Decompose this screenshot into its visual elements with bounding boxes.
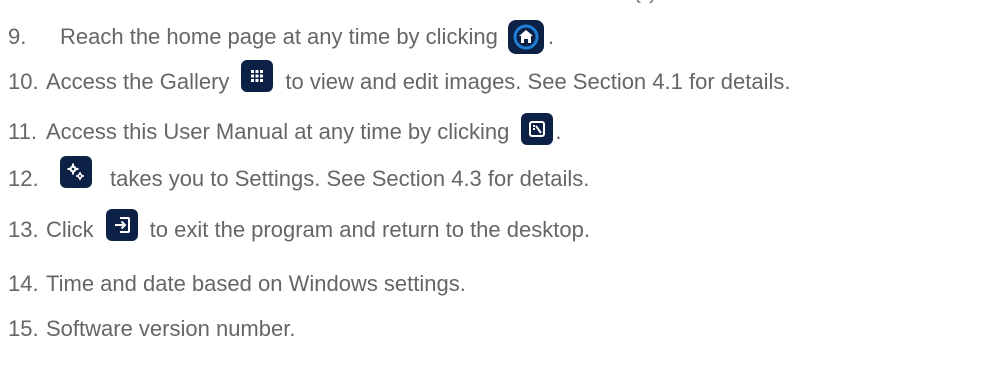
list-item: 10. Access the Gallery to view and edit … (8, 60, 791, 95)
item-text: Time and date based on Windows settings. (46, 271, 466, 296)
home-icon (513, 24, 539, 50)
exit-icon (114, 217, 130, 233)
item-number: 11. (8, 119, 37, 144)
list-item: 9. Reach the home page at any time by cl… (8, 20, 554, 54)
gallery-button[interactable] (241, 60, 274, 92)
item-text: Access this User Manual at any time by c… (46, 119, 510, 144)
item-text-end: to exit the program and return to the de… (149, 217, 590, 242)
item-text: Reach the home page at any time by click… (60, 24, 498, 49)
settings-gears-icon (67, 163, 84, 180)
list-item: 12. takes you to Settings. See Section 4… (8, 156, 590, 192)
manual-icon (529, 121, 546, 137)
item-number: 12. (8, 166, 39, 191)
item-number: 15. (8, 316, 39, 341)
item-text: Software version number. (46, 316, 296, 341)
item-number: 10. (8, 69, 39, 94)
home-button[interactable] (507, 20, 544, 54)
settings-button[interactable] (60, 156, 92, 188)
list-item: 14. Time and date based on Windows setti… (8, 271, 466, 297)
item-text-end: to view and edit images. See Section 4.1… (285, 69, 791, 94)
item-text-end: . (555, 119, 562, 144)
list-item: 11. Access this User Manual at any time … (8, 113, 562, 145)
item-number: 13. (8, 217, 39, 242)
item-text: Access the Gallery (46, 69, 230, 94)
list-item: 15. Software version number. (8, 316, 295, 342)
item-text-end: . (547, 24, 554, 49)
item-number: 14. (8, 271, 39, 296)
user-manual-button[interactable] (521, 113, 554, 145)
item-text: Click (46, 217, 94, 242)
grid-icon (251, 70, 264, 82)
item-text-end: takes you to Settings. See Section 4.3 f… (110, 166, 590, 191)
list-item: 13. Click to exit the program and return… (8, 209, 590, 243)
item-number: 9. (8, 24, 27, 49)
clipped-text-fragment (636, 0, 666, 3)
exit-button[interactable] (105, 209, 138, 241)
